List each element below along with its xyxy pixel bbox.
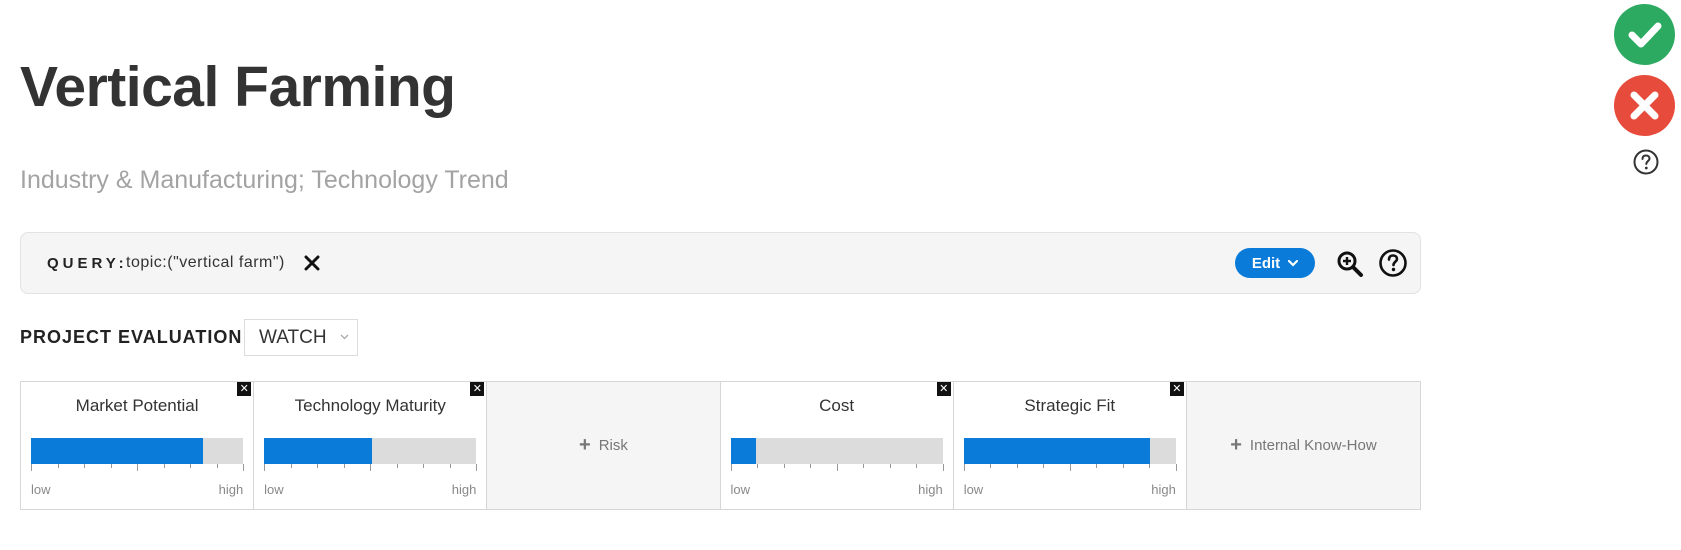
evaluation-select[interactable]: WATCH xyxy=(244,319,358,356)
slider-tick xyxy=(163,464,165,468)
page-title: Vertical Farming xyxy=(20,55,456,119)
slider-tick xyxy=(783,464,785,468)
slider-tick xyxy=(243,464,244,471)
add-criterion-label: Risk xyxy=(598,437,628,454)
low-label: low xyxy=(963,482,984,497)
slider-tick xyxy=(449,464,451,468)
slider-tick xyxy=(1175,464,1177,471)
remove-criterion-button[interactable]: ✕ xyxy=(1169,382,1184,396)
slider-fill xyxy=(264,438,373,464)
criterion-name: Market Potential xyxy=(75,396,199,415)
slider-fill xyxy=(31,438,203,464)
remove-criterion-button[interactable]: ✕ xyxy=(936,382,951,396)
criterion-name: Technology Maturity xyxy=(294,396,446,415)
evaluation-criteria: Market Potential ✕ low high Technology M… xyxy=(20,381,1421,510)
slider-tick xyxy=(963,464,965,471)
plus-icon: + xyxy=(579,434,591,456)
chevron-down-icon xyxy=(340,320,349,355)
criterion-name: Strategic Fit xyxy=(1024,396,1116,415)
zoom-in-icon[interactable] xyxy=(1336,250,1364,278)
slider-tick xyxy=(476,464,478,471)
slider-ticks xyxy=(31,464,244,472)
help-icon[interactable] xyxy=(1632,148,1660,176)
criterion-strategic-fit: Strategic Fit ✕ low high xyxy=(953,382,1187,509)
slider-tick xyxy=(757,464,759,468)
high-label: high xyxy=(218,482,244,497)
slider-fill xyxy=(730,438,756,464)
page-subtitle: Industry & Manufacturing; Technology Tre… xyxy=(20,166,509,194)
criterion-slider[interactable] xyxy=(963,438,1176,464)
evaluation-selected-value: WATCH xyxy=(259,327,327,348)
slider-tick xyxy=(942,464,944,471)
reject-button[interactable] xyxy=(1614,75,1675,136)
slider-tick xyxy=(343,464,345,468)
slider-tick xyxy=(990,464,992,468)
plus-icon: + xyxy=(1230,434,1242,456)
criterion-market-potential: Market Potential ✕ low high xyxy=(21,382,255,509)
low-label: low xyxy=(31,482,51,497)
high-label: high xyxy=(1151,482,1176,497)
slider-tick xyxy=(264,464,266,471)
slider-tick xyxy=(916,464,918,468)
remove-criterion-button[interactable]: ✕ xyxy=(470,382,485,396)
slider-tick xyxy=(1122,464,1124,468)
clear-query-button[interactable] xyxy=(299,250,325,276)
slider-ticks xyxy=(963,464,1177,472)
criterion-name: Cost xyxy=(819,396,855,415)
edit-button[interactable]: Edit xyxy=(1235,248,1315,278)
slider-tick xyxy=(1149,464,1151,468)
query-label: QUERY: xyxy=(47,255,128,272)
slider-fill xyxy=(963,438,1151,464)
slider-tick xyxy=(190,464,191,468)
add-criterion-label: Internal Know-How xyxy=(1249,437,1377,454)
slider-tick xyxy=(889,464,891,468)
slider-tick xyxy=(1069,464,1071,471)
slider-tick xyxy=(216,464,218,468)
close-icon xyxy=(1630,91,1659,120)
slider-tick xyxy=(836,464,838,471)
slider-tick xyxy=(423,464,425,468)
criterion-technology-maturity: Technology Maturity ✕ low high xyxy=(254,382,488,509)
checkmark-icon xyxy=(1628,22,1662,48)
slider-tick xyxy=(137,464,138,471)
criterion-slider[interactable] xyxy=(264,438,477,464)
low-label: low xyxy=(264,482,284,497)
criterion-slider[interactable] xyxy=(31,438,243,464)
add-criterion-internal-know-how[interactable]: + Internal Know-How xyxy=(1186,382,1421,509)
slider-tick xyxy=(810,464,812,468)
slider-tick xyxy=(1043,464,1045,468)
high-label: high xyxy=(451,482,477,497)
criterion-slider[interactable] xyxy=(730,438,943,464)
help-icon[interactable] xyxy=(1378,248,1408,278)
slider-tick xyxy=(84,464,85,468)
add-criterion-risk[interactable]: + Risk xyxy=(487,382,721,509)
slider-tick xyxy=(396,464,398,468)
criterion-cost: Cost ✕ low high xyxy=(720,382,954,509)
slider-tick xyxy=(863,464,865,468)
evaluation-label: PROJECT EVALUATION: xyxy=(20,327,250,347)
slider-tick xyxy=(730,464,732,471)
query-text: topic:("vertical farm") xyxy=(126,254,285,271)
slider-tick xyxy=(370,464,372,471)
slider-tick xyxy=(31,464,32,471)
remove-criterion-button[interactable]: ✕ xyxy=(237,382,252,396)
slider-tick xyxy=(110,464,112,468)
slider-tick xyxy=(290,464,292,468)
slider-tick xyxy=(317,464,319,468)
accept-button[interactable] xyxy=(1614,4,1675,65)
query-bar: QUERY: topic:("vertical farm") Edit xyxy=(20,232,1421,294)
slider-tick xyxy=(1016,464,1018,468)
slider-tick xyxy=(57,464,59,468)
slider-ticks xyxy=(730,464,944,472)
close-icon xyxy=(304,255,320,271)
slider-tick xyxy=(1096,464,1098,468)
high-label: high xyxy=(918,482,943,497)
low-label: low xyxy=(730,482,751,497)
edit-button-label: Edit xyxy=(1251,254,1281,272)
chevron-down-icon xyxy=(1288,259,1299,267)
slider-ticks xyxy=(264,464,478,472)
